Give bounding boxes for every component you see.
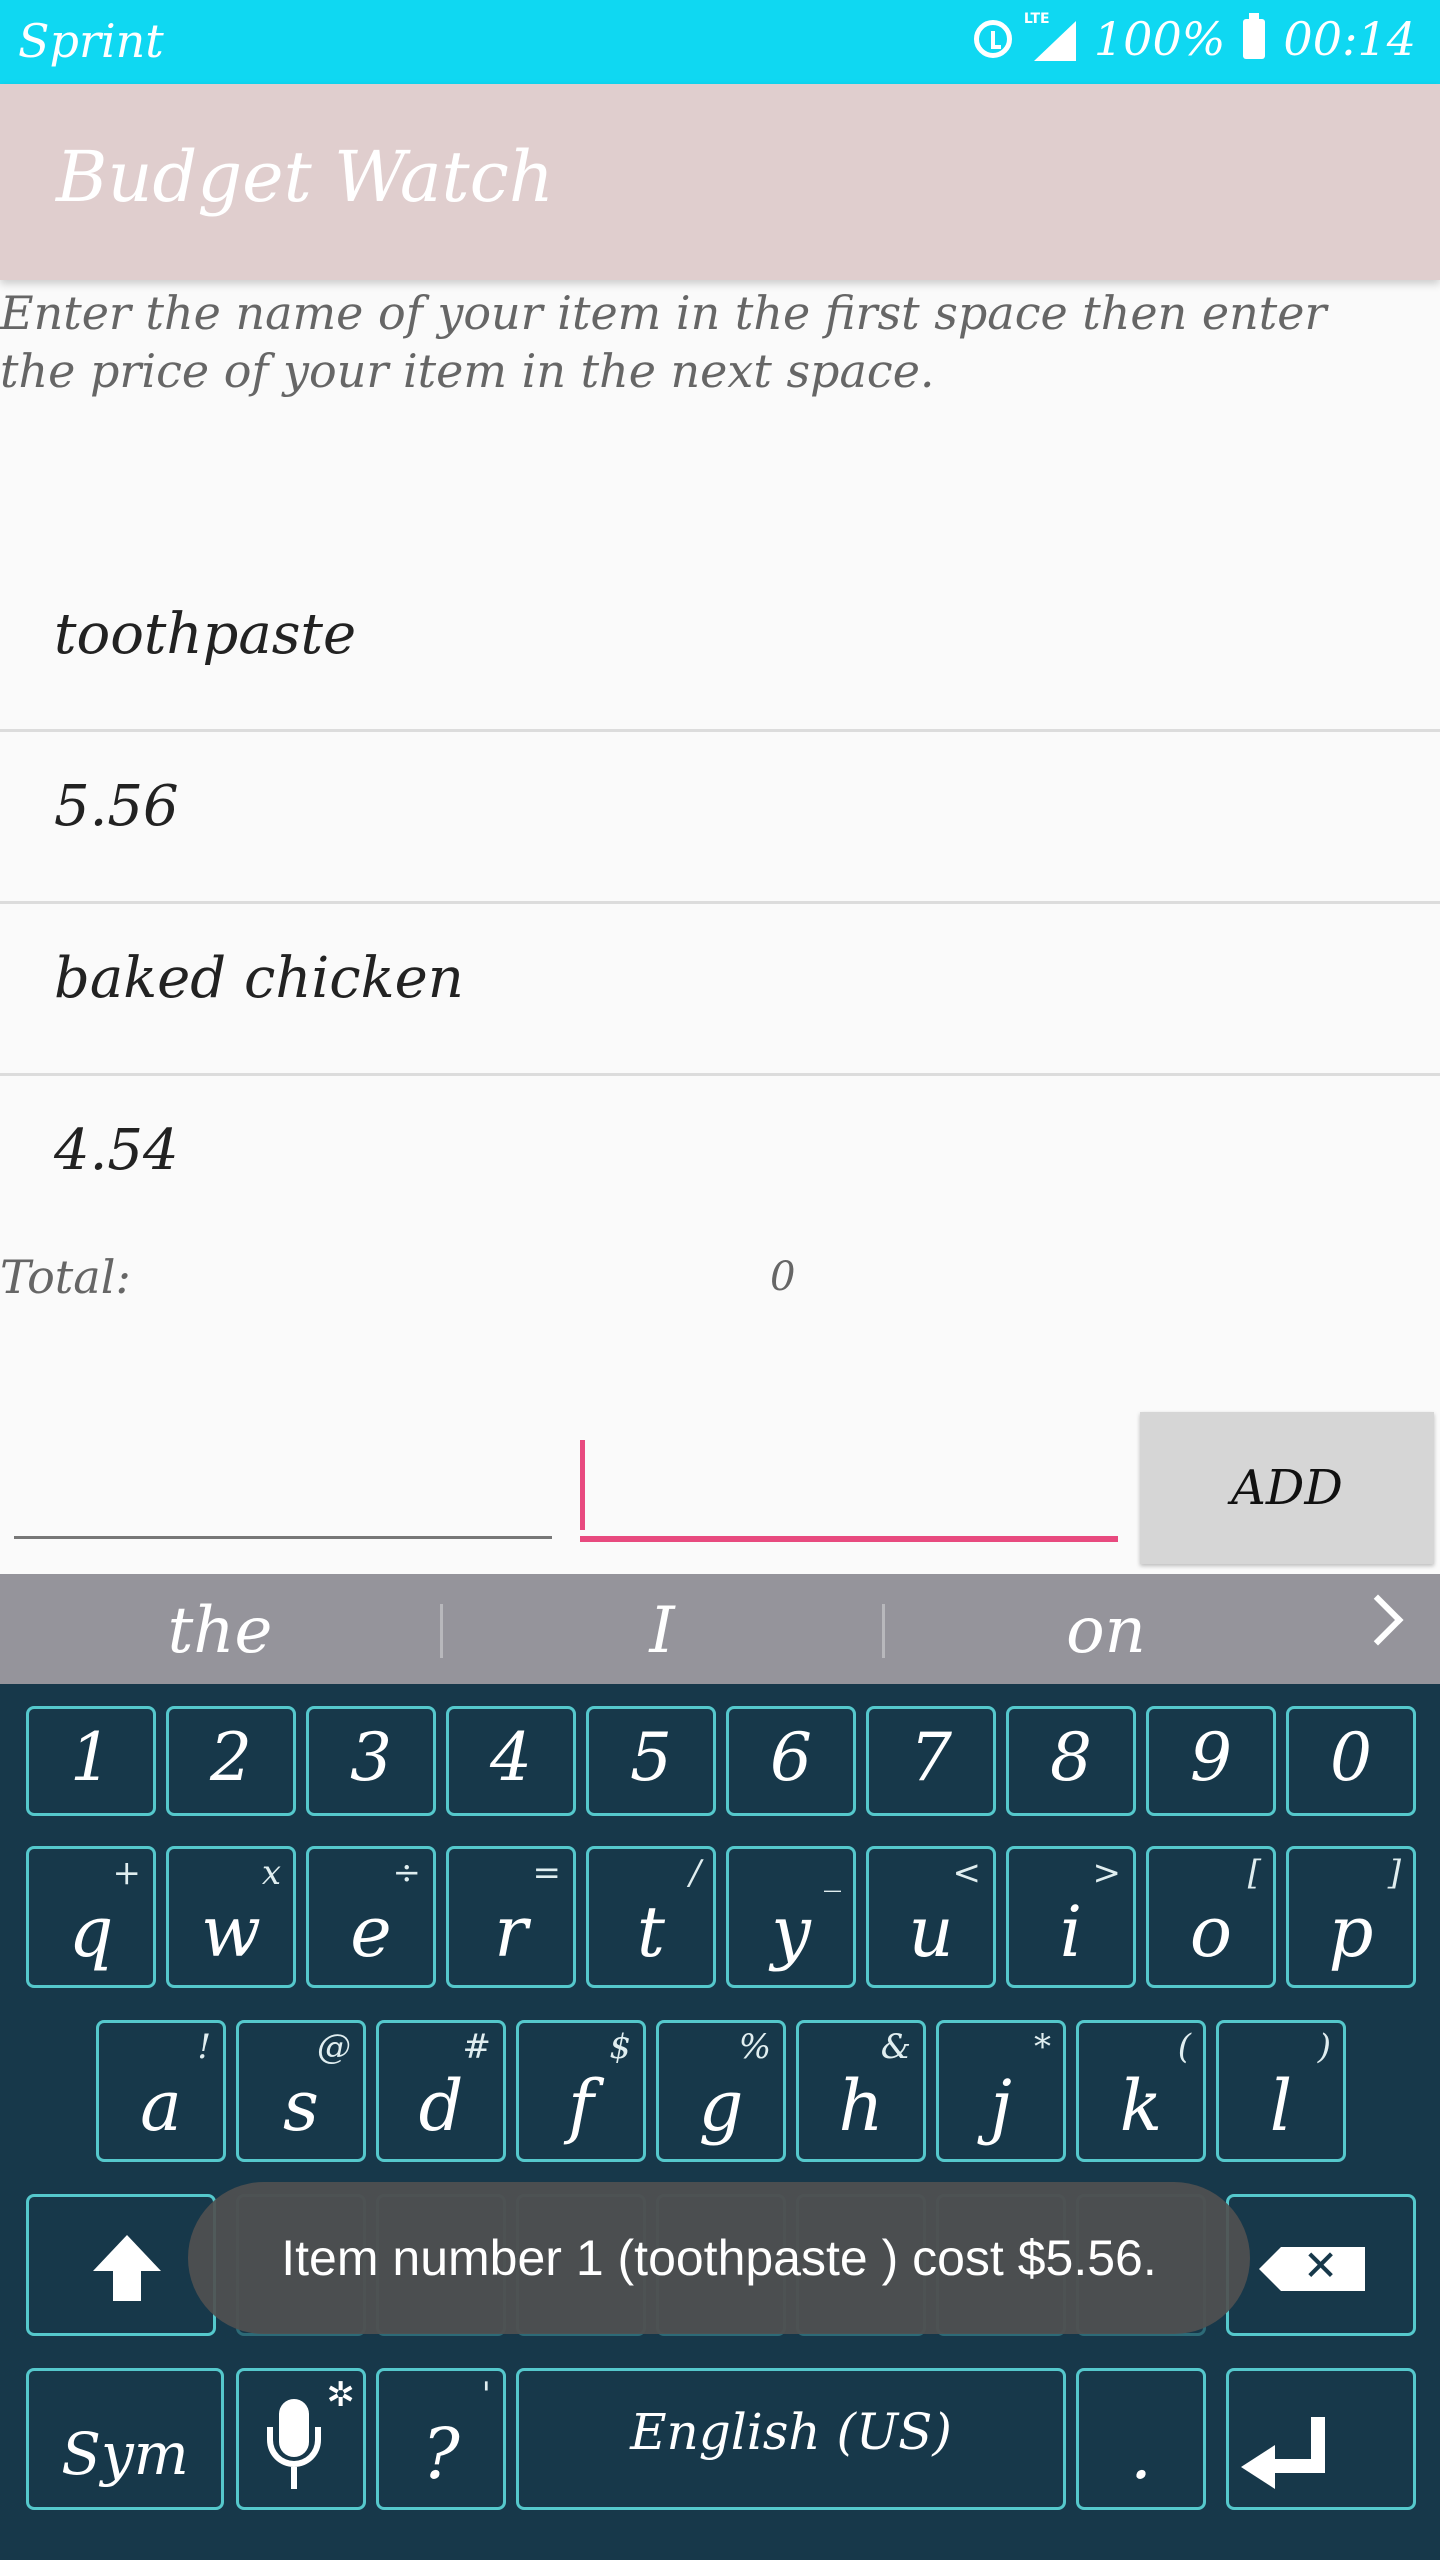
keyboard: 1 2 3 4 5 6 7 8 9 0 + q xw ÷ e = r / t _ y < u… — [0, 1684, 1440, 2560]
item-price-row[interactable]: 5.56 — [0, 734, 1440, 904]
add-button[interactable]: ADD — [1140, 1412, 1434, 1564]
suggestion-strip: the I on — [0, 1574, 1440, 1684]
key-s[interactable]: @ s — [236, 2020, 366, 2162]
key-h[interactable]: & h — [796, 2020, 926, 2162]
question-key[interactable]: '? — [376, 2368, 506, 2510]
enter-key[interactable] — [1226, 2368, 1416, 2510]
key-f[interactable]: $ f — [516, 2020, 646, 2162]
battery-percent: 100% — [1093, 12, 1226, 66]
key-e[interactable]: ÷ e — [306, 1846, 436, 1988]
item-name-input[interactable] — [14, 1406, 552, 1539]
item-price-row[interactable]: 4.54 — [0, 1078, 1440, 1248]
item-price: 5.56 — [54, 774, 179, 839]
item-name-row[interactable]: toothpaste — [0, 562, 1440, 732]
key-2[interactable]: 2 — [166, 1706, 296, 1816]
divider — [882, 1604, 885, 1658]
key-3[interactable]: 3 — [306, 1706, 436, 1816]
key-6[interactable]: 6 — [726, 1706, 856, 1816]
key-4[interactable]: 4 — [446, 1706, 576, 1816]
period-key[interactable]: . — [1076, 2368, 1206, 2510]
key-l[interactable]: ) l — [1216, 2020, 1346, 2162]
toast-message: Item number 1 (toothpaste ) cost $5.56. — [188, 2182, 1250, 2334]
divider — [440, 1604, 443, 1658]
item-name: toothpaste — [54, 602, 357, 667]
status-bar: Sprint LTE 100% 00:14 — [0, 0, 1440, 84]
space-key[interactable]: English (US) — [516, 2368, 1066, 2510]
key-1[interactable]: 1 — [26, 1706, 156, 1816]
key-9[interactable]: 9 — [1146, 1706, 1276, 1816]
key-g[interactable]: % g — [656, 2020, 786, 2162]
key-q[interactable]: + q — [26, 1846, 156, 1988]
backspace-icon — [1259, 2241, 1365, 2291]
key-u[interactable]: < u — [866, 1846, 996, 1988]
key-w[interactable]: xw — [166, 1846, 296, 1988]
suggestion-word[interactable]: I — [512, 1594, 812, 1668]
instructions-text: Enter the name of your item in the first… — [0, 286, 1327, 398]
sym-key[interactable]: Sym — [26, 2368, 224, 2510]
key-o[interactable]: [o — [1146, 1846, 1276, 1988]
battery-icon — [1243, 13, 1266, 59]
key-0[interactable]: 0 — [1286, 1706, 1416, 1816]
key-t[interactable]: / t — [586, 1846, 716, 1988]
shift-arrow-icon — [93, 2235, 161, 2271]
signal-icon: LTE — [1024, 11, 1076, 61]
total-value: 0 — [770, 1254, 796, 1300]
key-y[interactable]: _ y — [726, 1846, 856, 1988]
key-5[interactable]: 5 — [586, 1706, 716, 1816]
backspace-key[interactable] — [1226, 2194, 1416, 2336]
item-price: 4.54 — [54, 1118, 179, 1183]
text-cursor — [580, 1440, 585, 1530]
total-label: Total: — [0, 1250, 131, 1304]
alarm-icon — [973, 20, 1012, 58]
key-8[interactable]: 8 — [1006, 1706, 1136, 1816]
carrier-name: Sprint — [18, 14, 164, 68]
key-a[interactable]: ! a — [96, 2020, 226, 2162]
mic-key[interactable]: ✲ — [236, 2368, 366, 2510]
toast-text: Item number 1 (toothpaste ) cost $5.56. — [281, 2230, 1157, 2286]
clock: 00:14 — [1283, 12, 1416, 66]
key-7[interactable]: 7 — [866, 1706, 996, 1816]
suggestion-word[interactable]: the — [70, 1594, 370, 1668]
key-r[interactable]: = r — [446, 1846, 576, 1988]
key-j[interactable]: * j — [936, 2020, 1066, 2162]
item-price-input[interactable] — [580, 1406, 1118, 1542]
app-bar: Budget Watch — [0, 84, 1440, 280]
key-d[interactable]: # d — [376, 2020, 506, 2162]
key-k[interactable]: (k — [1076, 2020, 1206, 2162]
key-i[interactable]: > i — [1006, 1846, 1136, 1988]
app-title: Budget Watch — [56, 136, 554, 218]
key-p[interactable]: ] p — [1286, 1846, 1416, 1988]
item-name: baked chicken — [54, 946, 464, 1011]
item-name-row[interactable]: baked chicken — [0, 906, 1440, 1076]
gear-icon: ✲ — [326, 2375, 356, 2415]
chevron-right-icon[interactable] — [1352, 1594, 1404, 1646]
suggestion-word[interactable]: on — [956, 1594, 1256, 1668]
